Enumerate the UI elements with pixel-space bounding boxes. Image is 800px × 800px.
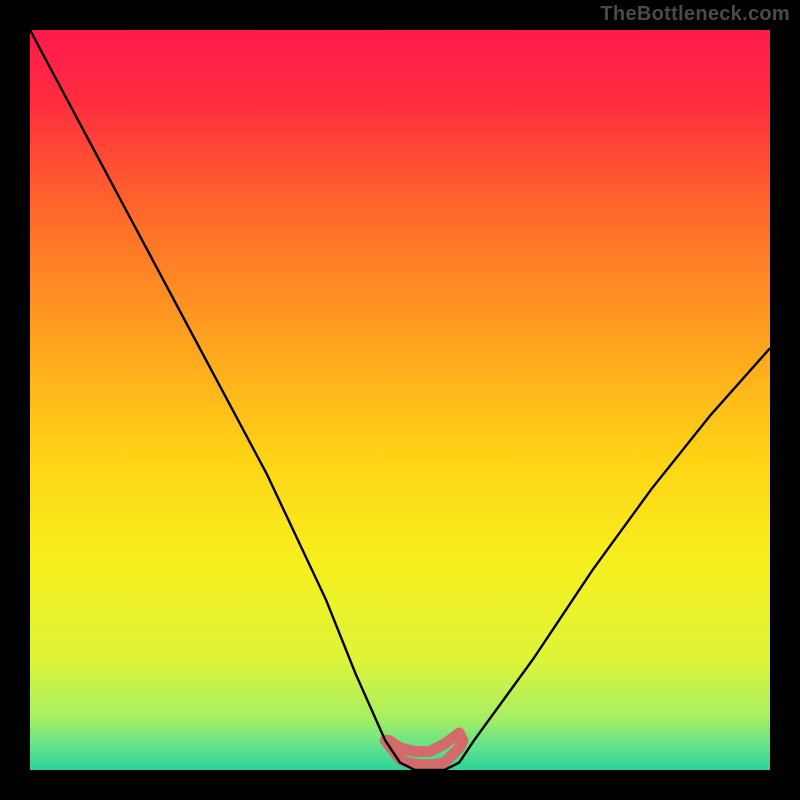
- plot-area: [30, 30, 770, 770]
- gradient-backdrop: [30, 30, 770, 770]
- watermark-label: TheBottleneck.com: [600, 3, 790, 26]
- chart-svg: [30, 30, 770, 770]
- chart-frame: TheBottleneck.com: [0, 0, 800, 800]
